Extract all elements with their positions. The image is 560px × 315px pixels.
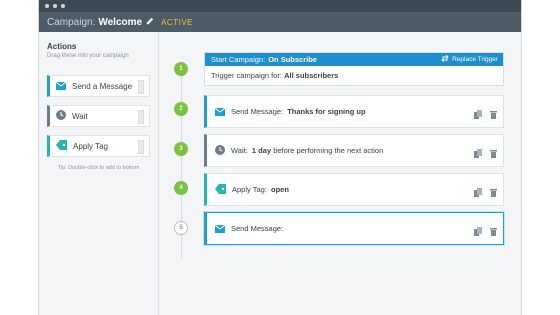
pencil-icon[interactable] [146, 17, 154, 27]
step-card-wait[interactable]: Wait: 1 day before performing the next a… [204, 134, 504, 167]
swap-icon [441, 54, 449, 64]
step-number: 2 [174, 102, 188, 116]
tag-icon [215, 181, 226, 199]
campaign-title-prefix: Campaign: [47, 16, 96, 28]
trigger-body: Trigger campaign for: All subscribers [205, 66, 503, 80]
card-value: Thanks for signing up [287, 107, 366, 116]
card-suffix: before performing the next action [273, 146, 384, 155]
action-wait[interactable]: Wait [47, 105, 150, 127]
step-number: 3 [174, 142, 188, 156]
envelope-icon [214, 103, 226, 121]
card-actions [474, 145, 497, 163]
duplicate-icon[interactable] [474, 145, 482, 163]
drag-handle[interactable] [138, 80, 144, 94]
replace-trigger-label: Replace Trigger [452, 56, 498, 63]
card-text: Wait: 1 day before performing the next a… [231, 146, 383, 155]
card-value: open [270, 185, 289, 194]
step-card-send-message[interactable]: Send Message: Thanks for signing up [204, 95, 504, 128]
window-dot [53, 4, 57, 8]
replace-trigger-button[interactable]: Replace Trigger [441, 53, 498, 66]
card-actions [474, 223, 497, 241]
card-text: Send Message: [231, 224, 285, 233]
clock-icon [215, 142, 225, 160]
action-label: Apply Tag [73, 141, 108, 151]
trigger-prefix: Start Campaign: [211, 55, 266, 64]
envelope-icon [55, 77, 67, 95]
campaign-canvas: 1 2 3 4 5 Start Campaign: On Subscribe R… [160, 32, 521, 315]
duplicate-icon[interactable] [474, 184, 482, 202]
trigger-audience: All subscribers [284, 71, 339, 80]
trigger-body-prefix: Trigger campaign for: [211, 71, 283, 80]
window-dot [45, 4, 49, 8]
card-prefix: Send Message: [231, 107, 284, 116]
trigger-card[interactable]: Start Campaign: On Subscribe Replace Tri… [204, 52, 504, 86]
step-card-send-message-new[interactable]: Send Message: [204, 212, 504, 245]
sidebar-subtitle: Drag these into your campaign [47, 53, 129, 59]
action-apply-tag[interactable]: Apply Tag [47, 135, 150, 157]
envelope-icon [214, 220, 226, 238]
trash-icon[interactable] [490, 184, 497, 202]
tag-icon [56, 137, 67, 155]
sidebar-hint: Tip: Double-click to add to bottom [57, 165, 140, 171]
step-card-apply-tag[interactable]: Apply Tag: open [204, 173, 504, 206]
card-value: 1 day [251, 146, 272, 155]
card-text: Apply Tag: open [232, 185, 289, 194]
trigger-header: Start Campaign: On Subscribe Replace Tri… [205, 53, 503, 66]
action-label: Send a Message [72, 81, 133, 91]
campaign-name[interactable]: Welcome [98, 17, 142, 28]
trash-icon[interactable] [490, 106, 497, 124]
card-text: Send Message: Thanks for signing up [231, 107, 366, 116]
trash-icon[interactable] [490, 223, 497, 241]
trash-icon[interactable] [490, 145, 497, 163]
card-prefix: Apply Tag: [232, 185, 267, 194]
campaign-header: Campaign: Welcome ACTIVE [39, 12, 521, 32]
step-number: 1 [174, 62, 188, 76]
duplicate-icon[interactable] [474, 106, 482, 124]
window-dot [61, 4, 65, 8]
drag-handle[interactable] [138, 140, 144, 154]
action-label: Wait [72, 111, 88, 121]
status-badge: ACTIVE [161, 17, 193, 27]
action-send-message[interactable]: Send a Message [47, 75, 150, 97]
card-prefix: Wait: [231, 146, 248, 155]
trigger-event: On Subscribe [268, 55, 317, 64]
app-window: Campaign: Welcome ACTIVE Actions Drag th… [38, 0, 522, 315]
step-number: 5 [174, 221, 188, 235]
step-number: 4 [174, 181, 188, 195]
window-chrome [39, 0, 521, 12]
card-prefix: Send Message: [231, 224, 284, 233]
card-actions [474, 106, 497, 124]
clock-icon [56, 107, 66, 125]
card-actions [474, 184, 497, 202]
sidebar-title: Actions [47, 42, 77, 51]
duplicate-icon[interactable] [474, 223, 482, 241]
drag-handle[interactable] [138, 110, 144, 124]
actions-sidebar: Actions Drag these into your campaign Se… [39, 32, 159, 315]
